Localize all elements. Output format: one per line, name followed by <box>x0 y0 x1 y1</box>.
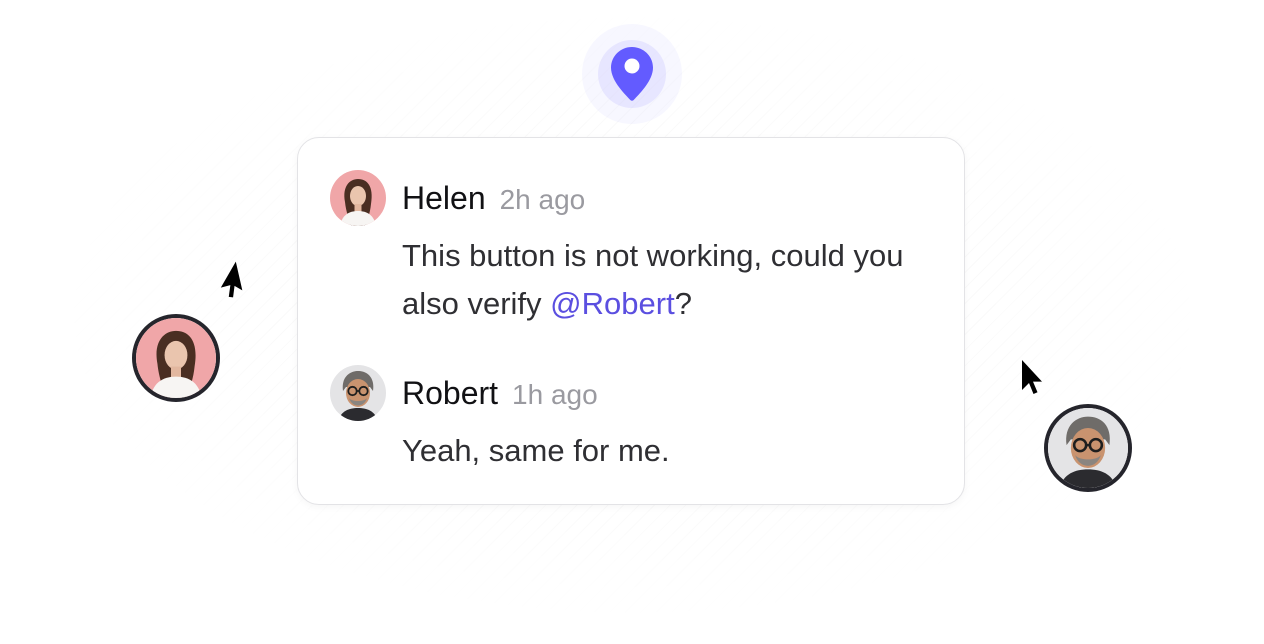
avatar-helen-presence[interactable] <box>132 314 220 402</box>
map-pin-icon <box>611 47 653 101</box>
mouse-pointer-icon <box>220 261 243 298</box>
comment-thread-card: Helen 2h ago This button is not working, … <box>297 137 965 505</box>
location-pin-halo <box>582 24 682 124</box>
comment-text-part: ? <box>674 286 692 321</box>
timestamp: 2h ago <box>499 184 586 215</box>
comment-header: Robert 1h ago <box>402 375 598 412</box>
avatar-robert[interactable] <box>330 365 386 421</box>
author-name: Helen <box>402 180 486 216</box>
location-pin-inner-halo <box>598 40 666 108</box>
comment-text: Yeah, same for me. <box>402 433 670 468</box>
collaboration-illustration: Helen 2h ago This button is not working, … <box>0 0 1264 644</box>
timestamp: 1h ago <box>512 379 598 410</box>
user-mention-link[interactable]: @Robert <box>550 286 675 321</box>
mouse-pointer-icon <box>1022 360 1042 394</box>
avatar-robert-presence[interactable] <box>1044 404 1132 492</box>
comment-text: This button is not working, could you al… <box>402 232 922 328</box>
avatar-helen[interactable] <box>330 170 386 226</box>
comment-header: Helen 2h ago <box>402 180 585 217</box>
author-name: Robert <box>402 375 499 411</box>
